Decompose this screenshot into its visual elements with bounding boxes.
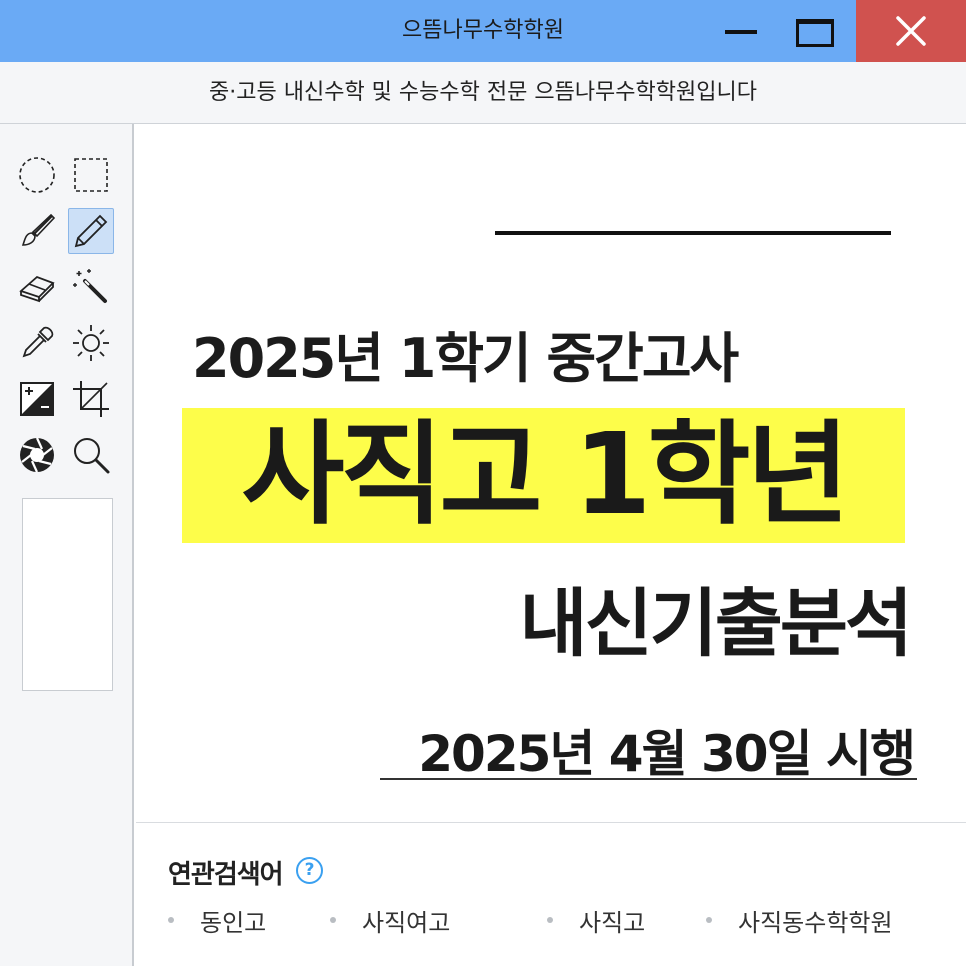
brightness-tool[interactable] [68, 320, 114, 366]
ellipse-select-tool[interactable] [14, 152, 60, 198]
eraser-tool[interactable] [14, 264, 60, 310]
bullet-icon [330, 917, 336, 923]
close-button[interactable] [856, 0, 966, 62]
brush-tool[interactable] [14, 208, 60, 254]
related-search-item[interactable]: 사직여고 [330, 902, 450, 938]
brush-icon [21, 213, 56, 246]
ellipse-select-icon [19, 157, 55, 193]
bullet-icon [706, 917, 712, 923]
crop-icon [73, 381, 109, 417]
section-divider [136, 822, 966, 823]
eyedropper-icon [22, 326, 54, 358]
related-search-item[interactable]: 사직고 [547, 902, 645, 938]
aperture-icon [20, 437, 54, 473]
canvas[interactable]: 2025년 1학기 중간고사 사직고 1학년 내신기출분석 2025년 4월 3… [136, 124, 966, 966]
magic-wand-tool[interactable] [68, 264, 114, 310]
rect-select-icon [74, 158, 108, 192]
pencil-icon [74, 214, 108, 248]
rect-select-tool[interactable] [68, 152, 114, 198]
exposure-tool[interactable] [14, 376, 60, 422]
bullet-icon [168, 917, 174, 923]
help-icon[interactable]: ? [296, 857, 323, 884]
poster-title: 사직고 1학년 [241, 410, 849, 540]
poster-heading: 2025년 1학기 중간고사 [192, 327, 739, 390]
pencil-tool[interactable] [68, 208, 114, 254]
title-bar[interactable]: 으뜸나무수학학원 [0, 0, 966, 62]
eyedropper-tool[interactable] [14, 320, 60, 366]
maximize-button[interactable] [780, 0, 850, 62]
zoom-icon [74, 438, 110, 474]
magic-wand-icon [73, 269, 107, 303]
aperture-tool[interactable] [14, 432, 60, 478]
maximize-icon [796, 19, 834, 47]
related-search-item[interactable]: 사직동수학학원 [706, 902, 893, 938]
decorative-line [495, 231, 891, 235]
exposure-icon [20, 382, 54, 416]
eraser-icon [19, 275, 55, 303]
minimize-icon [725, 30, 757, 34]
brightness-icon [73, 325, 109, 361]
related-search-item[interactable]: 동인고 [168, 902, 266, 938]
related-search-title: 연관검색어 [168, 860, 284, 890]
subtitle-bar: 중·고등 내신수학 및 수능수학 전문 으뜸나무수학학원입니다 [0, 62, 966, 124]
crop-tool[interactable] [68, 376, 114, 422]
date-underline [380, 778, 917, 780]
poster-date: 2025년 4월 30일 시행 [418, 725, 916, 783]
close-icon [896, 16, 926, 46]
minimize-button[interactable] [706, 0, 776, 62]
zoom-tool[interactable] [68, 432, 114, 478]
poster-subtitle: 내신기출분석 [519, 581, 913, 667]
tool-panel [0, 124, 134, 966]
color-swatch[interactable] [22, 498, 113, 691]
bullet-icon [547, 917, 553, 923]
